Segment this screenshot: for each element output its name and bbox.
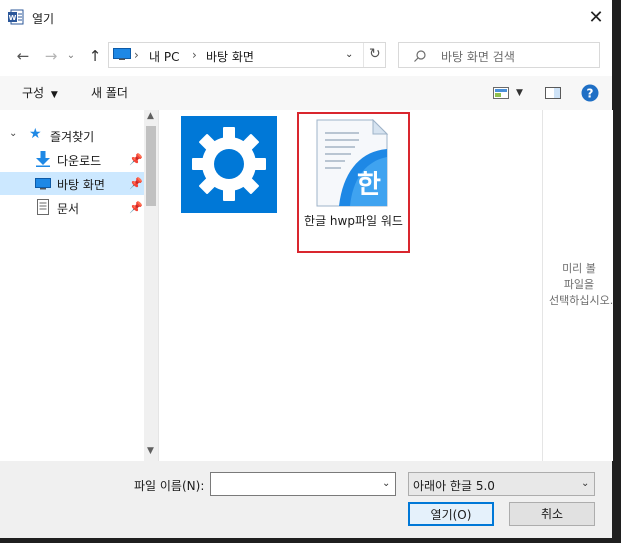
sidebar-item-quick-access[interactable]: ⌄ ★ 즐겨찾기 xyxy=(0,124,144,147)
search-box[interactable]: 바탕 화면 검색 xyxy=(398,42,600,68)
organize-label: 구성 xyxy=(22,86,45,100)
filetype-select[interactable]: 아래아 한글 5.0 ⌄ xyxy=(408,472,595,496)
back-button[interactable]: ← xyxy=(12,45,34,67)
cancel-button[interactable]: 취소 xyxy=(509,502,595,526)
sidebar-item-label: 다운로드 xyxy=(57,154,102,168)
document-icon xyxy=(37,199,49,215)
window-title: 열기 xyxy=(32,12,55,26)
address-dropdown[interactable]: ⌄ xyxy=(345,49,353,60)
view-dropdown[interactable]: ▼ xyxy=(516,88,523,98)
search-icon xyxy=(414,50,426,62)
word-app-icon: W xyxy=(8,9,24,25)
sidebar-item-label: 문서 xyxy=(57,202,80,216)
arrow-up-icon: ↑ xyxy=(88,47,102,65)
view-options-icon[interactable] xyxy=(493,87,509,99)
sidebar-item-label: 즐겨찾기 xyxy=(50,130,95,144)
navigation-bar: ← → ⌄ ↑ › 내 PC › 바탕 화면 ⌄ ↻ 바탕 화면 검색 xyxy=(0,36,612,76)
help-icon: ? xyxy=(587,87,594,101)
chevron-down-icon: ⌄ xyxy=(66,50,76,61)
refresh-icon: ↻ xyxy=(369,46,381,62)
chevron-down-icon[interactable]: ⌄ xyxy=(382,478,390,489)
file-name: 한글 hwp파일 워드 xyxy=(304,214,403,228)
pc-icon xyxy=(113,48,131,60)
desktop-icon xyxy=(35,178,51,190)
up-button[interactable]: ↑ xyxy=(84,45,106,67)
scroll-up-icon[interactable]: ▲ xyxy=(147,111,154,121)
recent-locations-button[interactable]: ⌄ xyxy=(64,45,78,67)
command-toolbar: 구성 ▼ 새 폴더 ▼ ? xyxy=(0,76,612,111)
caret-down-icon: ▼ xyxy=(50,90,58,100)
sidebar-item-documents[interactable]: 문서 📌 xyxy=(0,196,144,219)
search-placeholder: 바탕 화면 검색 xyxy=(441,50,515,64)
svg-text:W: W xyxy=(9,14,17,22)
arrow-right-icon: → xyxy=(44,47,58,65)
divider xyxy=(363,43,364,67)
gear-icon xyxy=(181,116,277,213)
navigation-pane: ⌄ ★ 즐겨찾기 다운로드 📌 바탕 화면 📌 문서 📌 ▲ ▼ xyxy=(0,110,159,461)
address-bar[interactable]: › 내 PC › 바탕 화면 ⌄ ↻ xyxy=(108,42,386,68)
breadcrumb-this-pc[interactable]: 내 PC xyxy=(149,48,179,65)
hwp-document-icon: 한 xyxy=(316,119,389,207)
open-button[interactable]: 열기(O) xyxy=(408,502,494,526)
sidebar-item-desktop[interactable]: 바탕 화면 📌 xyxy=(0,172,144,195)
pin-icon: 📌 xyxy=(129,153,143,166)
download-arrow-icon xyxy=(36,151,50,167)
breadcrumb-separator: › xyxy=(134,48,139,62)
pin-icon: 📌 xyxy=(129,201,143,214)
scroll-down-icon[interactable]: ▼ xyxy=(147,446,154,456)
pin-icon: 📌 xyxy=(129,177,143,190)
caret-down-icon: ▼ xyxy=(516,88,523,98)
close-icon: ✕ xyxy=(588,7,604,28)
chevron-down-icon[interactable]: ⌄ xyxy=(9,128,17,139)
svg-text:한: 한 xyxy=(357,170,381,200)
filetype-value: 아래아 한글 5.0 xyxy=(413,479,495,493)
chevron-down-icon: ⌄ xyxy=(345,49,354,60)
preview-message: 미리 볼 파일을 선택하십시오. xyxy=(549,262,614,307)
filename-label: 파일 이름(N): xyxy=(134,479,205,493)
sidebar-scrollbar[interactable]: ▲ ▼ xyxy=(144,110,158,461)
file-list: 한 한글 hwp파일 워드 xyxy=(159,110,542,461)
sidebar-item-label: 바탕 화면 xyxy=(57,178,105,192)
open-file-dialog: W 열기 ✕ ← → ⌄ ↑ › 내 PC › 바탕 화면 ⌄ ↻ 바탕 화면 … xyxy=(0,0,613,538)
organize-button[interactable]: 구성 ▼ xyxy=(22,84,58,101)
help-button[interactable]: ? xyxy=(581,84,599,102)
title-bar: W 열기 ✕ xyxy=(0,0,612,36)
new-folder-button[interactable]: 새 폴더 xyxy=(91,84,128,101)
star-icon: ★ xyxy=(29,126,42,142)
preview-pane-icon[interactable] xyxy=(545,87,561,99)
new-folder-label: 새 폴더 xyxy=(91,86,128,100)
preview-pane: 미리 볼 파일을 선택하십시오. xyxy=(542,110,613,461)
arrow-left-icon: ← xyxy=(16,47,30,65)
forward-button[interactable]: → xyxy=(40,45,62,67)
breadcrumb-separator: › xyxy=(192,48,197,62)
scrollbar-thumb[interactable] xyxy=(146,126,156,206)
filename-input[interactable]: ⌄ xyxy=(210,472,396,496)
sidebar-item-downloads[interactable]: 다운로드 📌 xyxy=(0,148,144,171)
chevron-down-icon: ⌄ xyxy=(581,478,590,489)
dialog-footer: 파일 이름(N): ⌄ 아래아 한글 5.0 ⌄ 열기(O) 취소 xyxy=(0,461,612,538)
refresh-button[interactable]: ↻ xyxy=(369,46,381,62)
breadcrumb-desktop[interactable]: 바탕 화면 xyxy=(206,48,254,65)
list-item-selected[interactable]: 한 한글 hwp파일 워드 xyxy=(297,112,410,253)
list-item[interactable] xyxy=(181,116,277,213)
close-button[interactable]: ✕ xyxy=(584,6,608,30)
